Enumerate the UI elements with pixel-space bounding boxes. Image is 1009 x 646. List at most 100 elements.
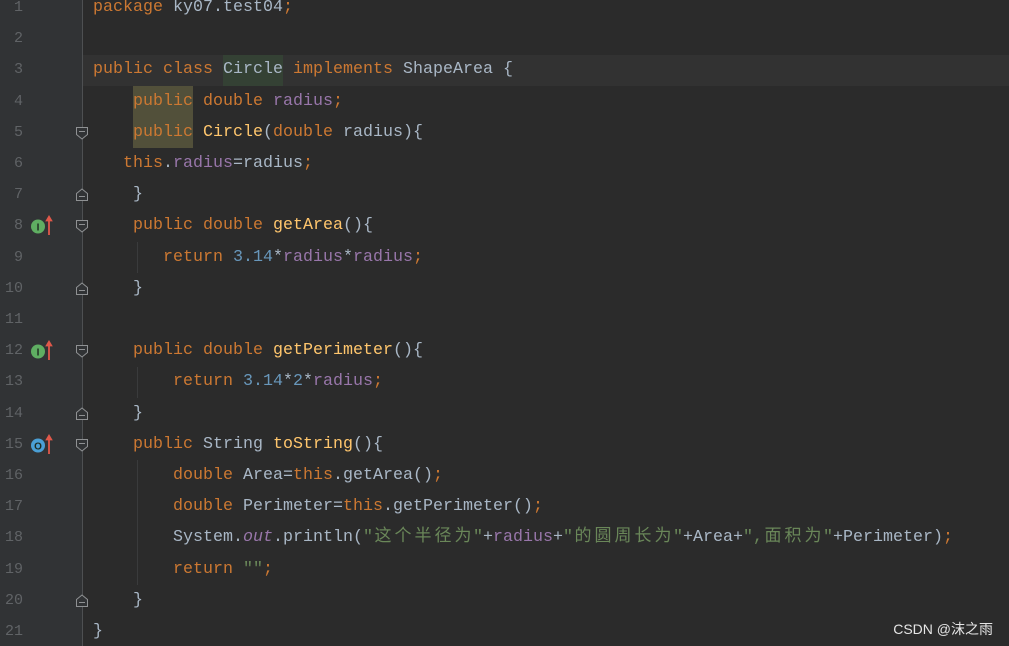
keyword-token[interactable]: double bbox=[273, 122, 333, 144]
keyword-token[interactable]: public double bbox=[133, 340, 273, 362]
fold-end-icon[interactable] bbox=[74, 281, 90, 297]
identifier-token[interactable]: * bbox=[303, 371, 313, 393]
fold-start-icon[interactable] bbox=[74, 218, 90, 234]
identifier-token[interactable]: +Area+ bbox=[683, 527, 743, 549]
code-line[interactable]: } bbox=[83, 403, 1009, 425]
keyword-token[interactable]: this bbox=[293, 465, 333, 487]
code-line[interactable] bbox=[83, 309, 1009, 331]
identifier-token[interactable]: System. bbox=[173, 527, 243, 549]
keyword-token[interactable]: this bbox=[343, 496, 383, 518]
keyword-token[interactable]: ; bbox=[413, 247, 423, 269]
identifier-token[interactable]: Perimeter= bbox=[243, 496, 343, 518]
method-name-token[interactable]: Circle bbox=[193, 122, 263, 144]
keyword-token[interactable]: return bbox=[163, 247, 233, 269]
keyword-token[interactable]: public bbox=[133, 117, 193, 149]
keyword-token[interactable]: ; bbox=[433, 465, 443, 487]
identifier-token[interactable]: (){ bbox=[353, 434, 383, 456]
code-line[interactable]: this. radius =radius; bbox=[83, 153, 1009, 175]
keyword-token[interactable]: ; bbox=[533, 496, 543, 518]
number-token[interactable]: 2 bbox=[293, 371, 303, 393]
identifier-token[interactable]: + bbox=[553, 527, 563, 549]
fold-start-icon[interactable] bbox=[74, 125, 90, 141]
field-token[interactable]: out bbox=[243, 527, 273, 549]
fold-start-icon[interactable] bbox=[74, 437, 90, 453]
code-line[interactable] bbox=[83, 28, 1009, 50]
code-line[interactable]: double Perimeter= this .getPerimeter(); bbox=[83, 496, 1009, 518]
identifier-token[interactable]: radius){ bbox=[333, 122, 423, 144]
string-token[interactable]: ",面积为" bbox=[743, 527, 833, 549]
identifier-token[interactable]: } bbox=[133, 403, 143, 425]
identifier-token[interactable]: (){ bbox=[393, 340, 423, 362]
keyword-token[interactable]: implements bbox=[283, 59, 403, 81]
identifier-token[interactable]: * bbox=[283, 371, 293, 393]
code-line[interactable]: } bbox=[83, 590, 1009, 612]
identifier-token[interactable]: Area= bbox=[243, 465, 293, 487]
code-line[interactable]: public String toString(){ bbox=[83, 434, 1009, 456]
implements-method-icon[interactable]: I bbox=[30, 213, 56, 237]
keyword-token[interactable]: double bbox=[193, 91, 273, 113]
code-line[interactable]: } bbox=[83, 621, 1009, 643]
fold-end-icon[interactable] bbox=[74, 406, 90, 422]
identifier-token[interactable]: ( bbox=[263, 122, 273, 144]
number-token[interactable]: 3.14 bbox=[233, 247, 273, 269]
field-token[interactable]: radius bbox=[273, 91, 333, 113]
code-line[interactable]: public class Circle implements ShapeArea… bbox=[83, 54, 1009, 86]
identifier-token[interactable]: String bbox=[203, 434, 273, 456]
fold-start-icon[interactable] bbox=[74, 343, 90, 359]
identifier-token[interactable]: =radius bbox=[233, 153, 303, 175]
keyword-token[interactable]: double bbox=[173, 496, 243, 518]
code-line[interactable]: public double getPerimeter(){ bbox=[83, 340, 1009, 362]
code-line[interactable]: System. out .println("这个半径为" + radius + "的圆周长为… bbox=[83, 527, 1009, 549]
overrides-method-icon[interactable]: O bbox=[30, 432, 56, 456]
code-line[interactable]: public double getArea(){ bbox=[83, 215, 1009, 237]
code-line[interactable]: } bbox=[83, 278, 1009, 300]
code-editor[interactable]: 1 2 3 4 5 6 7 8 9 10 11 12 13 14 15 16 17 18 19 20 21 packag… bbox=[0, 0, 1009, 646]
code-line[interactable]: public double radius; bbox=[83, 86, 1009, 118]
method-name-token[interactable]: toString bbox=[273, 434, 353, 456]
keyword-token[interactable]: this bbox=[123, 153, 163, 175]
field-token[interactable]: radius bbox=[493, 527, 553, 549]
keyword-token[interactable]: ; bbox=[263, 559, 273, 581]
keyword-token[interactable]: ; bbox=[333, 91, 343, 113]
field-token[interactable]: radius bbox=[313, 371, 373, 393]
code-line[interactable]: } bbox=[83, 184, 1009, 206]
keyword-token[interactable]: return bbox=[173, 559, 243, 581]
identifier-token[interactable]: (){ bbox=[343, 215, 373, 237]
field-token[interactable]: radius bbox=[353, 247, 413, 269]
fold-end-icon[interactable] bbox=[74, 593, 90, 609]
keyword-token[interactable]: package bbox=[93, 0, 163, 19]
identifier-token[interactable]: . bbox=[163, 153, 173, 175]
fold-end-icon[interactable] bbox=[74, 187, 90, 203]
method-name-token[interactable]: getPerimeter bbox=[273, 340, 393, 362]
identifier-token[interactable]: .getPerimeter() bbox=[383, 496, 533, 518]
identifier-token[interactable]: * bbox=[273, 247, 283, 269]
identifier-token[interactable]: + bbox=[483, 527, 493, 549]
identifier-token[interactable]: Circle bbox=[223, 54, 283, 86]
code-line[interactable]: return 3.14 * radius * radius; bbox=[83, 247, 1009, 269]
identifier-token[interactable]: * bbox=[343, 247, 353, 269]
keyword-token[interactable]: ; bbox=[303, 153, 313, 175]
identifier-token[interactable]: ky07.test04 bbox=[163, 0, 283, 19]
keyword-token[interactable]: return bbox=[173, 371, 243, 393]
identifier-token[interactable]: } bbox=[133, 278, 143, 300]
keyword-token[interactable]: double bbox=[173, 465, 243, 487]
keyword-token[interactable]: ; bbox=[283, 0, 293, 19]
string-token[interactable]: "" bbox=[243, 559, 263, 581]
field-token[interactable]: radius bbox=[283, 247, 343, 269]
keyword-token[interactable]: public class bbox=[93, 59, 223, 81]
string-token[interactable]: "这个半径为" bbox=[363, 527, 483, 549]
identifier-token[interactable]: ShapeArea { bbox=[403, 59, 513, 81]
keyword-token[interactable]: public bbox=[133, 86, 193, 118]
number-token[interactable]: 3.14 bbox=[243, 371, 283, 393]
implements-method-icon[interactable]: I bbox=[30, 338, 56, 362]
code-line[interactable]: package ky07.test04; bbox=[83, 0, 1009, 19]
keyword-token[interactable]: public double bbox=[133, 215, 273, 237]
string-token[interactable]: "的圆周长为" bbox=[563, 527, 683, 549]
field-token[interactable]: radius bbox=[173, 153, 233, 175]
method-name-token[interactable]: getArea bbox=[273, 215, 343, 237]
keyword-token[interactable]: ; bbox=[373, 371, 383, 393]
identifier-token[interactable]: } bbox=[93, 621, 103, 643]
identifier-token[interactable]: } bbox=[133, 590, 143, 612]
keyword-token[interactable]: public bbox=[133, 434, 203, 456]
code-line[interactable]: return 3.14 * 2 * radius; bbox=[83, 371, 1009, 393]
